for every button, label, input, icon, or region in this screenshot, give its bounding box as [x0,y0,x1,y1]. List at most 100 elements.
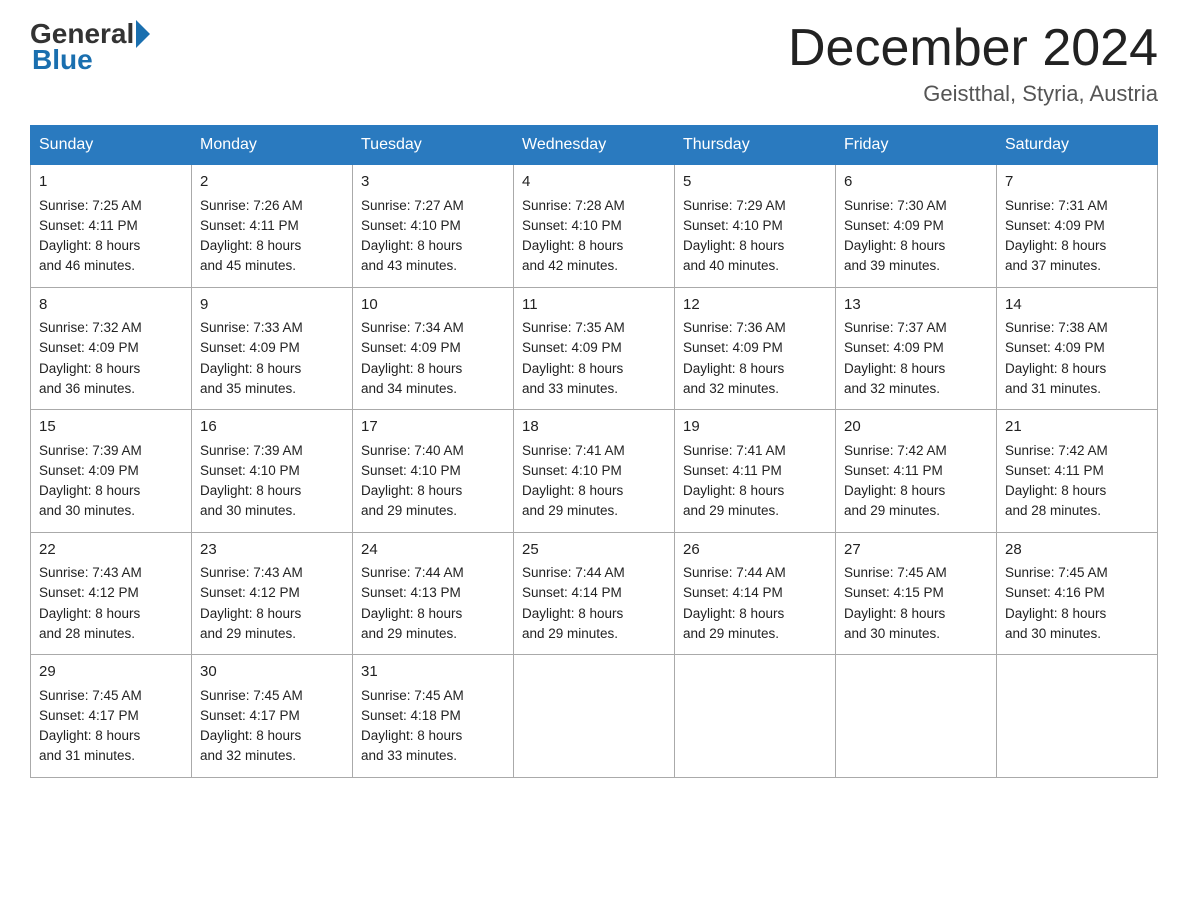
sunrise-info: Sunrise: 7:29 AM [683,198,786,213]
sunrise-info: Sunrise: 7:31 AM [1005,198,1108,213]
daylight-minutes: and 29 minutes. [683,503,779,518]
day-number: 15 [39,416,183,439]
calendar-cell: 29 Sunrise: 7:45 AM Sunset: 4:17 PM Dayl… [31,655,192,778]
daylight-info: Daylight: 8 hours [1005,238,1106,253]
daylight-minutes: and 46 minutes. [39,258,135,273]
month-title: December 2024 [788,20,1158,77]
sunrise-info: Sunrise: 7:34 AM [361,320,464,335]
daylight-minutes: and 32 minutes. [200,748,296,763]
sunset-info: Sunset: 4:11 PM [683,463,782,478]
header-monday: Monday [192,126,353,165]
days-header-row: Sunday Monday Tuesday Wednesday Thursday… [31,126,1158,165]
sunrise-info: Sunrise: 7:35 AM [522,320,625,335]
calendar-cell: 14 Sunrise: 7:38 AM Sunset: 4:09 PM Dayl… [997,287,1158,410]
sunset-info: Sunset: 4:10 PM [200,463,300,478]
day-number: 25 [522,539,666,562]
calendar-week-row: 29 Sunrise: 7:45 AM Sunset: 4:17 PM Dayl… [31,655,1158,778]
calendar-cell: 26 Sunrise: 7:44 AM Sunset: 4:14 PM Dayl… [675,532,836,655]
day-number: 11 [522,294,666,317]
calendar-cell: 21 Sunrise: 7:42 AM Sunset: 4:11 PM Dayl… [997,410,1158,533]
daylight-info: Daylight: 8 hours [1005,606,1106,621]
sunrise-info: Sunrise: 7:32 AM [39,320,142,335]
daylight-info: Daylight: 8 hours [39,728,140,743]
calendar-cell: 22 Sunrise: 7:43 AM Sunset: 4:12 PM Dayl… [31,532,192,655]
day-number: 7 [1005,171,1149,194]
day-number: 21 [1005,416,1149,439]
day-number: 9 [200,294,344,317]
header-friday: Friday [836,126,997,165]
sunset-info: Sunset: 4:11 PM [1005,463,1104,478]
daylight-info: Daylight: 8 hours [200,606,301,621]
daylight-minutes: and 43 minutes. [361,258,457,273]
sunset-info: Sunset: 4:18 PM [361,708,461,723]
daylight-minutes: and 32 minutes. [683,381,779,396]
calendar-cell: 5 Sunrise: 7:29 AM Sunset: 4:10 PM Dayli… [675,165,836,288]
calendar-cell: 27 Sunrise: 7:45 AM Sunset: 4:15 PM Dayl… [836,532,997,655]
daylight-info: Daylight: 8 hours [361,606,462,621]
day-number: 12 [683,294,827,317]
day-number: 10 [361,294,505,317]
daylight-minutes: and 32 minutes. [844,381,940,396]
daylight-info: Daylight: 8 hours [683,361,784,376]
daylight-info: Daylight: 8 hours [39,483,140,498]
sunset-info: Sunset: 4:14 PM [683,585,783,600]
daylight-minutes: and 28 minutes. [39,626,135,641]
day-number: 17 [361,416,505,439]
calendar-cell: 1 Sunrise: 7:25 AM Sunset: 4:11 PM Dayli… [31,165,192,288]
daylight-info: Daylight: 8 hours [39,361,140,376]
sunset-info: Sunset: 4:09 PM [522,340,622,355]
sunset-info: Sunset: 4:09 PM [361,340,461,355]
daylight-minutes: and 37 minutes. [1005,258,1101,273]
daylight-minutes: and 29 minutes. [844,503,940,518]
daylight-info: Daylight: 8 hours [683,238,784,253]
daylight-minutes: and 29 minutes. [361,503,457,518]
sunrise-info: Sunrise: 7:44 AM [683,565,786,580]
sunrise-info: Sunrise: 7:45 AM [39,688,142,703]
sunrise-info: Sunrise: 7:33 AM [200,320,303,335]
calendar-cell: 10 Sunrise: 7:34 AM Sunset: 4:09 PM Dayl… [353,287,514,410]
sunrise-info: Sunrise: 7:44 AM [522,565,625,580]
sunrise-info: Sunrise: 7:39 AM [39,443,142,458]
calendar-cell: 23 Sunrise: 7:43 AM Sunset: 4:12 PM Dayl… [192,532,353,655]
sunset-info: Sunset: 4:09 PM [844,218,944,233]
daylight-minutes: and 29 minutes. [683,626,779,641]
day-number: 18 [522,416,666,439]
title-area: December 2024 Geistthal, Styria, Austria [788,20,1158,107]
sunset-info: Sunset: 4:12 PM [39,585,139,600]
daylight-info: Daylight: 8 hours [683,483,784,498]
daylight-info: Daylight: 8 hours [200,728,301,743]
daylight-info: Daylight: 8 hours [1005,361,1106,376]
sunrise-info: Sunrise: 7:26 AM [200,198,303,213]
sunrise-info: Sunrise: 7:42 AM [1005,443,1108,458]
sunset-info: Sunset: 4:10 PM [361,218,461,233]
header-tuesday: Tuesday [353,126,514,165]
calendar-cell: 2 Sunrise: 7:26 AM Sunset: 4:11 PM Dayli… [192,165,353,288]
sunrise-info: Sunrise: 7:25 AM [39,198,142,213]
daylight-minutes: and 30 minutes. [200,503,296,518]
sunset-info: Sunset: 4:09 PM [39,463,139,478]
calendar-table: Sunday Monday Tuesday Wednesday Thursday… [30,125,1158,778]
daylight-info: Daylight: 8 hours [522,361,623,376]
sunrise-info: Sunrise: 7:41 AM [683,443,786,458]
daylight-info: Daylight: 8 hours [200,238,301,253]
day-number: 5 [683,171,827,194]
sunset-info: Sunset: 4:10 PM [522,463,622,478]
day-number: 2 [200,171,344,194]
day-number: 26 [683,539,827,562]
sunset-info: Sunset: 4:13 PM [361,585,461,600]
sunset-info: Sunset: 4:09 PM [844,340,944,355]
calendar-cell: 13 Sunrise: 7:37 AM Sunset: 4:09 PM Dayl… [836,287,997,410]
daylight-info: Daylight: 8 hours [844,483,945,498]
sunset-info: Sunset: 4:10 PM [683,218,783,233]
daylight-info: Daylight: 8 hours [683,606,784,621]
calendar-cell: 28 Sunrise: 7:45 AM Sunset: 4:16 PM Dayl… [997,532,1158,655]
daylight-info: Daylight: 8 hours [844,361,945,376]
header-thursday: Thursday [675,126,836,165]
daylight-info: Daylight: 8 hours [200,483,301,498]
calendar-cell: 11 Sunrise: 7:35 AM Sunset: 4:09 PM Dayl… [514,287,675,410]
daylight-minutes: and 33 minutes. [361,748,457,763]
daylight-info: Daylight: 8 hours [844,606,945,621]
daylight-info: Daylight: 8 hours [361,361,462,376]
daylight-minutes: and 28 minutes. [1005,503,1101,518]
sunset-info: Sunset: 4:09 PM [200,340,300,355]
